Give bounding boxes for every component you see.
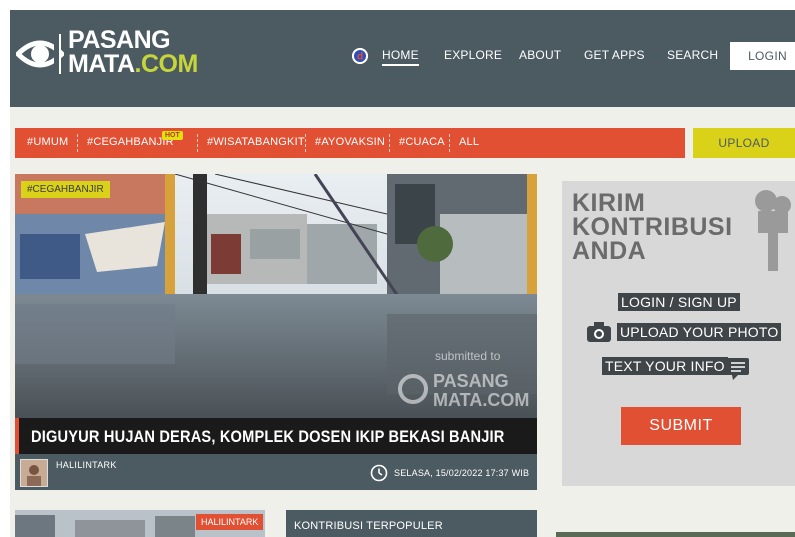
tag-wisatabangkit[interactable]: #WISATABANGKIT (207, 136, 305, 148)
video-camera-icon (755, 190, 791, 271)
promo-title-line3: ANDA (572, 237, 647, 265)
contribute-promo[interactable]: KIRIM KONTRIBUSI ANDA LOGIN / SIGN UP UP… (562, 181, 795, 486)
logo-line1: PASANG (68, 26, 171, 54)
flood-street-photo[interactable]: submitted to PASANG MATA.COM (15, 174, 537, 418)
tag-umum[interactable]: #UMUM (27, 136, 68, 148)
svg-text:d: d (357, 52, 363, 63)
submit-button[interactable]: SUBMIT (621, 407, 741, 445)
nav-get-apps[interactable]: GET APPS (584, 48, 645, 62)
sidebar-thumbnail[interactable] (556, 532, 795, 537)
tag-divider (197, 134, 198, 152)
tag-divider (449, 134, 450, 152)
thumbnail-author-label[interactable]: HALILINTARK (196, 514, 264, 530)
nav-home[interactable]: HOME (382, 48, 419, 66)
nav-explore[interactable]: EXPLORE (444, 48, 502, 62)
eye-logo-icon (16, 34, 64, 74)
site-header: PASANG MATA.COM d HOME EXPLORE ABOUT GET… (10, 10, 795, 107)
promo-title-line1: KIRIM (572, 189, 646, 217)
upload-button[interactable]: UPLOAD (693, 128, 795, 158)
story-title-bar[interactable]: DIGUYUR HUJAN DERAS, KOMPLEK DOSEN IKIP … (15, 418, 537, 454)
logo-line2: MATA (68, 50, 135, 78)
step-upload-photo: UPLOAD YOUR PHOTO (617, 323, 782, 341)
publish-date: SELASA, 15/02/2022 17:37 WIB (394, 468, 530, 478)
tag-divider (77, 134, 78, 152)
promo-title-line2: KONTRIBUSI (572, 213, 733, 241)
watermark-brand-line1: PASANG (433, 371, 509, 391)
popular-contributions-panel: KONTRIBUSI TERPOPULER (286, 510, 537, 537)
nav-search[interactable]: SEARCH (667, 48, 718, 62)
page-frame: PASANG MATA.COM d HOME EXPLORE ABOUT GET… (10, 10, 795, 537)
story-hashtag[interactable]: #CEGAHBANJIR (21, 181, 110, 198)
featured-story[interactable]: submitted to PASANG MATA.COM #CEGAHBANJI… (15, 174, 537, 490)
watermark-submitted: submitted to (435, 349, 501, 363)
chat-bubble-icon (727, 358, 749, 380)
clock-icon (370, 464, 388, 482)
nav-about[interactable]: ABOUT (519, 48, 561, 62)
story-title[interactable]: DIGUYUR HUJAN DERAS, KOMPLEK DOSEN IKIP … (31, 427, 504, 447)
step-text-info: TEXT YOUR INFO (602, 357, 728, 375)
story-meta: HALILINTARK SELASA, 15/02/2022 17:37 WIB (15, 454, 537, 490)
hot-badge: HOT (162, 131, 183, 140)
step-login-signup: LOGIN / SIGN UP (618, 293, 740, 311)
site-logo[interactable]: PASANG MATA.COM (16, 28, 198, 88)
camera-icon (587, 322, 611, 342)
author-name[interactable]: HALILINTARK (56, 460, 117, 470)
tag-divider (389, 134, 390, 152)
tag-cegahbanjir[interactable]: #CEGAHBANJIR (87, 136, 174, 148)
tag-all[interactable]: ALL (459, 136, 479, 148)
detik-badge-icon[interactable]: d (352, 48, 368, 64)
promo-title: KIRIM KONTRIBUSI ANDA (572, 189, 733, 265)
watermark-brand-line2: MATA.COM (433, 390, 529, 410)
login-button[interactable]: LOGIN (730, 42, 795, 70)
hashtag-bar: #UMUM #CEGAHBANJIR HOT #WISATABANGKIT #A… (15, 128, 685, 158)
tag-cuaca[interactable]: #CUACA (399, 136, 445, 148)
logo-dot-com: .COM (134, 50, 199, 78)
tag-ayovaksin[interactable]: #AYOVAKSIN (315, 136, 385, 148)
author-avatar[interactable] (20, 459, 48, 487)
popular-contributions-title: KONTRIBUSI TERPOPULER (294, 520, 443, 532)
tag-divider (305, 134, 306, 152)
